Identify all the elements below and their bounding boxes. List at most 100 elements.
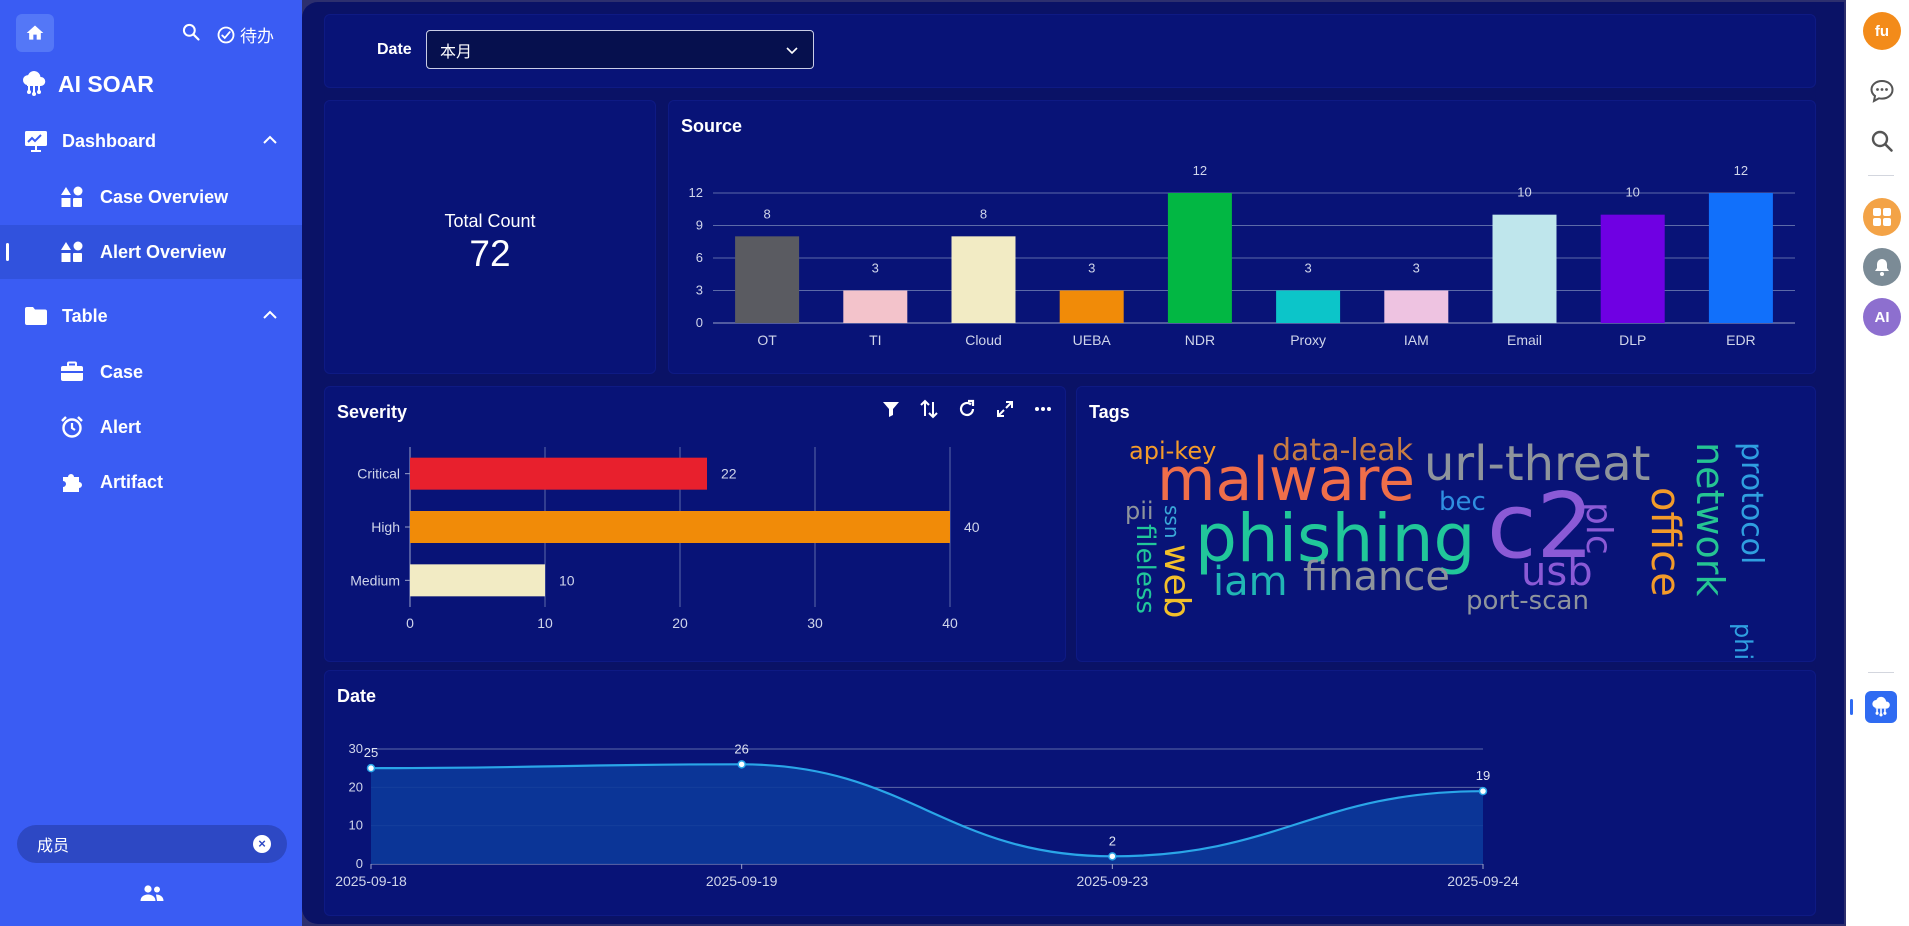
- apps-button[interactable]: [1863, 198, 1901, 236]
- tag-word: iam: [1213, 559, 1288, 605]
- y-tick-label: 10: [349, 818, 363, 833]
- puzzle-icon: [63, 474, 82, 492]
- ai-assistant-button[interactable]: AI: [1863, 298, 1901, 336]
- bar: [1384, 290, 1449, 323]
- data-label: 12: [1734, 163, 1748, 178]
- bar: [951, 236, 1016, 323]
- tag-word: phi: [1729, 623, 1757, 660]
- bar: [1492, 214, 1557, 323]
- x-tick-label: 2025-09-18: [335, 873, 407, 889]
- right-rail: fu AI: [1846, 0, 1909, 926]
- x-tick-label: 30: [807, 615, 823, 631]
- data-label: 8: [980, 206, 987, 221]
- rail-active-indicator: [1850, 699, 1853, 715]
- data-label: 22: [721, 466, 737, 482]
- shapes-icon: [61, 241, 83, 262]
- search-icon: [182, 23, 200, 41]
- filter-bar: Date 本月: [324, 14, 1816, 88]
- sidebar-item-alert-overview[interactable]: Alert Overview: [0, 225, 302, 279]
- sidebar-item-label: Alert: [100, 416, 142, 437]
- sidebar-item-artifact[interactable]: Artifact: [0, 455, 302, 509]
- shapes-icon: [61, 186, 83, 207]
- x-tick-label: UEBA: [1073, 332, 1112, 348]
- x-tick-label: Cloud: [965, 332, 1002, 348]
- data-label: 26: [734, 741, 748, 756]
- sidebar-item-label: Case: [100, 361, 144, 382]
- chat-button[interactable]: [1863, 72, 1901, 110]
- rail-divider: [1868, 175, 1894, 176]
- grid-icon: [1873, 208, 1891, 226]
- severity-chart-card: Severity 0 10 20 30 40 22 Critical 40 High 10 Medi…: [324, 386, 1066, 662]
- soar-app-button[interactable]: [1865, 691, 1897, 723]
- notifications-button[interactable]: [1863, 248, 1901, 286]
- sidebar-group-table[interactable]: Table: [0, 293, 302, 339]
- sidebar-group-label: Dashboard: [62, 130, 157, 151]
- data-point: [737, 760, 746, 769]
- home-button[interactable]: [16, 14, 54, 52]
- member-filter-input[interactable]: 成员 ×: [17, 825, 287, 863]
- x-tick-label: 10: [537, 615, 553, 631]
- sidebar-group-label: Table: [62, 305, 108, 326]
- folder-icon: [25, 307, 47, 325]
- x-tick-label: 40: [942, 615, 958, 631]
- date-filter-select[interactable]: 本月: [426, 30, 814, 69]
- y-tick-label: Medium: [350, 572, 400, 588]
- home-icon: [26, 25, 44, 40]
- todo-label: 待办: [240, 27, 274, 46]
- data-label: 3: [872, 261, 879, 276]
- date-filter-label: Date: [377, 41, 412, 58]
- x-tick-label: 20: [672, 615, 688, 631]
- todo-button[interactable]: 待办: [216, 22, 274, 47]
- tag-word: plc: [1578, 502, 1619, 555]
- tag-word: pii: [1125, 497, 1154, 525]
- y-tick-label: 3: [696, 283, 703, 298]
- users-button[interactable]: [140, 884, 164, 907]
- tag-word: port-scan: [1466, 586, 1589, 616]
- sidebar-item-case-overview[interactable]: Case Overview: [0, 170, 302, 224]
- tag-word: finance: [1303, 554, 1450, 600]
- tag-word: ssn: [1160, 505, 1184, 539]
- y-tick-label: 6: [696, 250, 703, 265]
- y-tick-label: 9: [696, 218, 703, 233]
- sidebar-item-alert[interactable]: Alert: [0, 400, 302, 454]
- tag-word: web: [1156, 544, 1197, 618]
- clear-icon[interactable]: ×: [253, 835, 271, 853]
- sidebar-item-label: Alert Overview: [100, 241, 227, 262]
- y-tick-label: 0: [696, 315, 703, 330]
- sidebar-group-dashboard[interactable]: Dashboard: [0, 118, 302, 164]
- users-icon: [140, 885, 164, 901]
- tags-card: Tags api-key malware data-leak url-threat ne…: [1076, 386, 1816, 662]
- rail-search-button[interactable]: [1863, 122, 1901, 160]
- bar: [1059, 290, 1124, 323]
- bar: [410, 457, 707, 490]
- data-label: 8: [763, 206, 770, 221]
- x-tick-label: 0: [406, 615, 414, 631]
- brand: AI SOAR: [20, 70, 154, 98]
- chevron-up-icon: [263, 135, 277, 144]
- total-count-value: 72: [469, 233, 511, 274]
- avatar[interactable]: fu: [1863, 12, 1901, 50]
- x-tick-label: EDR: [1726, 332, 1756, 348]
- check-circle-icon: [217, 26, 235, 43]
- data-point: [366, 763, 376, 773]
- bar: [1708, 193, 1773, 323]
- tag-word: data-leak: [1272, 433, 1414, 468]
- bar: [735, 236, 800, 323]
- bar: [410, 511, 950, 543]
- data-label: 19: [1476, 768, 1490, 783]
- global-search-button[interactable]: [181, 22, 201, 47]
- bar: [1276, 290, 1341, 323]
- x-tick-label: OT: [757, 332, 777, 348]
- chevron-up-icon: [263, 310, 277, 319]
- sidebar-item-case[interactable]: Case: [0, 345, 302, 399]
- y-tick-label: Critical: [357, 466, 400, 482]
- severity-bar-chart: 0 10 20 30 40 22 Critical 40 High 10 Medium: [350, 447, 980, 631]
- bar: [1600, 214, 1665, 323]
- x-tick-label: 2025-09-24: [1447, 873, 1519, 889]
- data-label: 3: [1304, 261, 1311, 276]
- search-icon: [1871, 130, 1893, 152]
- sidebar: 待办 AI SOAR Dashboard Case Overview Alert…: [0, 0, 302, 926]
- tags-word-cloud: api-keymalwaredata-leak url-threat network…: [1125, 433, 1769, 660]
- y-tick-label: High: [371, 519, 400, 535]
- data-label: 40: [964, 519, 980, 535]
